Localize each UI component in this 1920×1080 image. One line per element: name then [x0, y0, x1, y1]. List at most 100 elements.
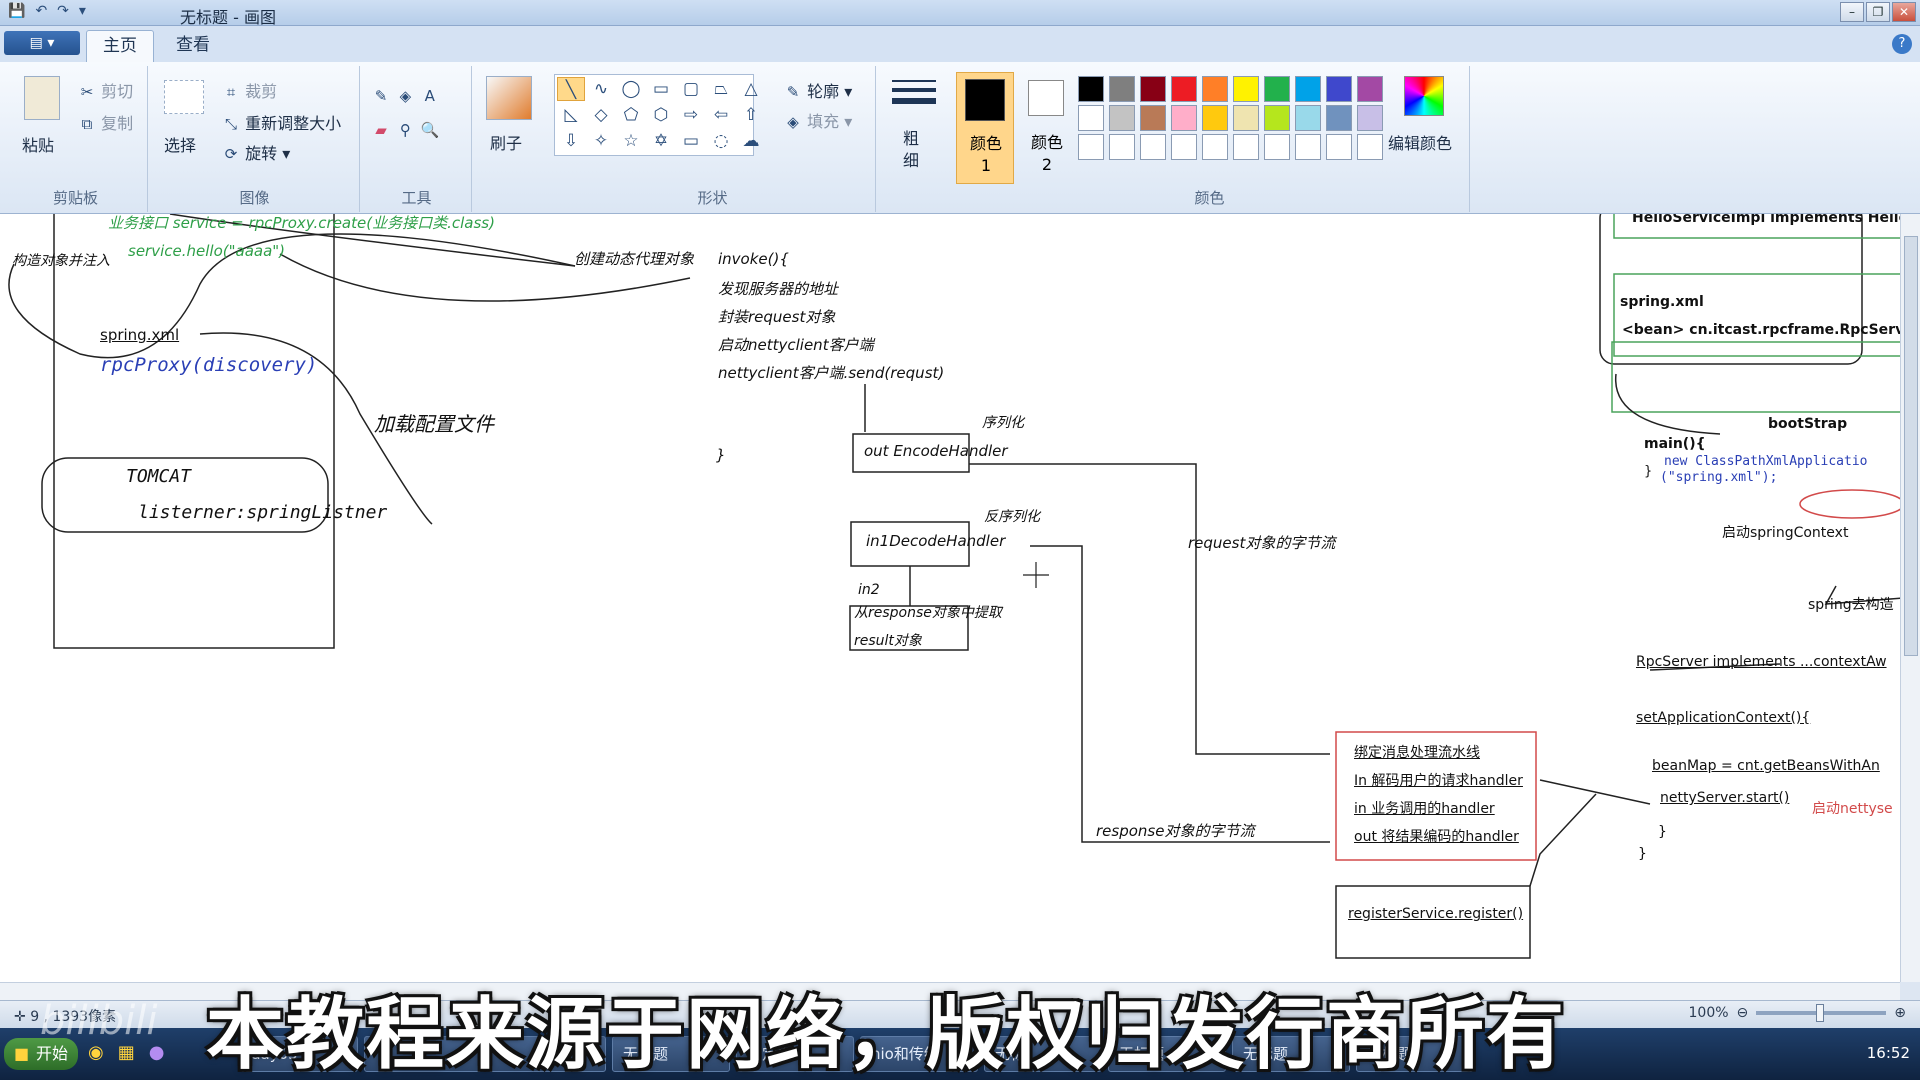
down-arrow-shape-icon[interactable]: ⇩: [557, 129, 585, 153]
color-swatch[interactable]: [1264, 105, 1290, 131]
drawing-canvas[interactable]: 业务接口 service = rpcProxy.create(业务接口类.cla…: [0, 214, 1900, 982]
outline-button[interactable]: ✎ 轮廓 ▾: [784, 78, 853, 102]
color-swatch[interactable]: [1171, 134, 1197, 160]
fill-bucket-icon[interactable]: ◈: [396, 87, 414, 105]
color-swatch[interactable]: [1140, 105, 1166, 131]
color-swatch[interactable]: [1357, 134, 1383, 160]
triangle-shape-icon[interactable]: △: [737, 77, 765, 101]
help-icon[interactable]: ?: [1892, 34, 1912, 54]
up-arrow-shape-icon[interactable]: ⇧: [737, 103, 765, 127]
color-swatch[interactable]: [1357, 76, 1383, 102]
restore-button[interactable]: ❐: [1866, 2, 1890, 22]
left-arrow-shape-icon[interactable]: ⇦: [707, 103, 735, 127]
quick-launch: ◉ ▦ ●: [88, 1042, 164, 1063]
color-swatch[interactable]: [1202, 134, 1228, 160]
rectangle-shape-icon[interactable]: ▭: [647, 77, 675, 101]
color-swatch[interactable]: [1295, 76, 1321, 102]
color-swatch[interactable]: [1140, 134, 1166, 160]
color-swatch[interactable]: [1171, 76, 1197, 102]
color1-button[interactable]: 颜色 1: [956, 72, 1014, 184]
zoom-slider[interactable]: [1756, 1004, 1887, 1022]
color-swatch[interactable]: [1109, 76, 1135, 102]
color-swatch[interactable]: [1264, 134, 1290, 160]
color-picker-icon[interactable]: ⚲: [396, 121, 414, 139]
edit-colors-icon[interactable]: [1404, 76, 1444, 116]
minimize-button[interactable]: –: [1840, 2, 1864, 22]
color-swatch[interactable]: [1109, 134, 1135, 160]
crop-button[interactable]: ⌗ 裁剪: [222, 78, 277, 102]
quick-launch-app-icon[interactable]: ●: [149, 1042, 165, 1063]
right-triangle-shape-icon[interactable]: ◺: [557, 103, 585, 127]
hexagon-shape-icon[interactable]: ⬡: [647, 103, 675, 127]
color-swatch[interactable]: [1295, 105, 1321, 131]
pencil-icon[interactable]: ✎: [372, 87, 390, 105]
color-swatch[interactable]: [1202, 76, 1228, 102]
zoom-slider-thumb[interactable]: [1816, 1004, 1825, 1022]
paint-menu-button[interactable]: ▤ ▾: [4, 31, 80, 55]
copy-button[interactable]: ⧉ 复制: [78, 110, 133, 134]
vertical-scroll-thumb[interactable]: [1904, 236, 1918, 656]
eraser-icon[interactable]: ▰: [372, 121, 390, 139]
color-swatch[interactable]: [1326, 134, 1352, 160]
six-point-star-shape-icon[interactable]: ✡: [647, 129, 675, 153]
save-icon[interactable]: 💾: [8, 3, 25, 19]
four-point-star-shape-icon[interactable]: ✧: [587, 129, 615, 153]
color-swatch[interactable]: [1233, 76, 1259, 102]
undo-icon[interactable]: ↶: [35, 3, 47, 19]
system-clock[interactable]: 16:52: [1867, 1044, 1910, 1062]
magnifier-icon[interactable]: 🔍: [421, 121, 440, 139]
tab-view[interactable]: 查看: [160, 30, 226, 62]
color-swatch[interactable]: [1233, 105, 1259, 131]
pentagon-shape-icon[interactable]: ⬠: [617, 103, 645, 127]
rounded-rectangle-shape-icon[interactable]: ▢: [677, 77, 705, 101]
color-swatch[interactable]: [1326, 105, 1352, 131]
color-swatch[interactable]: [1140, 76, 1166, 102]
select-button[interactable]: 选择: [164, 132, 196, 156]
close-button[interactable]: ✕: [1892, 2, 1916, 22]
color-swatch[interactable]: [1233, 134, 1259, 160]
oval-callout-shape-icon[interactable]: ◌: [707, 129, 735, 153]
color-swatch[interactable]: [1295, 134, 1321, 160]
line-width-icon[interactable]: [892, 80, 936, 104]
paste-button[interactable]: 粘贴: [22, 132, 54, 156]
cut-button[interactable]: ✂ 剪切: [78, 78, 133, 102]
five-point-star-shape-icon[interactable]: ☆: [617, 129, 645, 153]
text-icon[interactable]: A: [421, 87, 439, 105]
color2-label[interactable]: 颜色 2: [1030, 132, 1064, 176]
quick-launch-browser-icon[interactable]: ◉: [88, 1042, 104, 1063]
right-arrow-shape-icon[interactable]: ⇨: [677, 103, 705, 127]
oval-shape-icon[interactable]: ◯: [617, 77, 645, 101]
paste-icon[interactable]: [24, 76, 60, 120]
fill-button[interactable]: ◈ 填充 ▾: [784, 108, 852, 132]
color-swatch[interactable]: [1357, 105, 1383, 131]
zoom-in-icon[interactable]: ⊕: [1894, 1005, 1906, 1021]
color-swatch[interactable]: [1109, 105, 1135, 131]
brush-icon[interactable]: [486, 76, 532, 120]
quick-launch-explorer-icon[interactable]: ▦: [118, 1042, 135, 1063]
size-button[interactable]: 粗细: [896, 128, 926, 172]
cloud-callout-shape-icon[interactable]: ☁: [737, 129, 765, 153]
color-swatch[interactable]: [1264, 76, 1290, 102]
diamond-shape-icon[interactable]: ◇: [587, 103, 615, 127]
rect-callout-shape-icon[interactable]: ▭: [677, 129, 705, 153]
color-swatch[interactable]: [1326, 76, 1352, 102]
color-swatch[interactable]: [1171, 105, 1197, 131]
edit-colors-button[interactable]: 编辑颜色: [1388, 130, 1452, 154]
line-shape-icon[interactable]: ╲: [557, 77, 585, 101]
tab-home[interactable]: 主页: [86, 30, 154, 62]
curve-shape-icon[interactable]: ∿: [587, 77, 615, 101]
zoom-out-icon[interactable]: ⊖: [1737, 1005, 1749, 1021]
polygon-shape-icon[interactable]: ⏢: [707, 77, 735, 101]
brush-button[interactable]: 刷子: [490, 130, 522, 154]
customize-dropdown-icon[interactable]: ▾: [79, 3, 86, 19]
rotate-button[interactable]: ⟳ 旋转 ▾: [222, 140, 291, 164]
color-swatch[interactable]: [1202, 105, 1228, 131]
color-swatch[interactable]: [1078, 76, 1104, 102]
select-icon[interactable]: [164, 80, 204, 114]
vertical-scrollbar[interactable]: [1900, 214, 1920, 982]
resize-button[interactable]: ⤡ 重新调整大小: [222, 110, 341, 134]
color2-swatch[interactable]: [1028, 80, 1064, 116]
color-swatch[interactable]: [1078, 105, 1104, 131]
color-swatch[interactable]: [1078, 134, 1104, 160]
redo-icon[interactable]: ↷: [57, 3, 69, 19]
